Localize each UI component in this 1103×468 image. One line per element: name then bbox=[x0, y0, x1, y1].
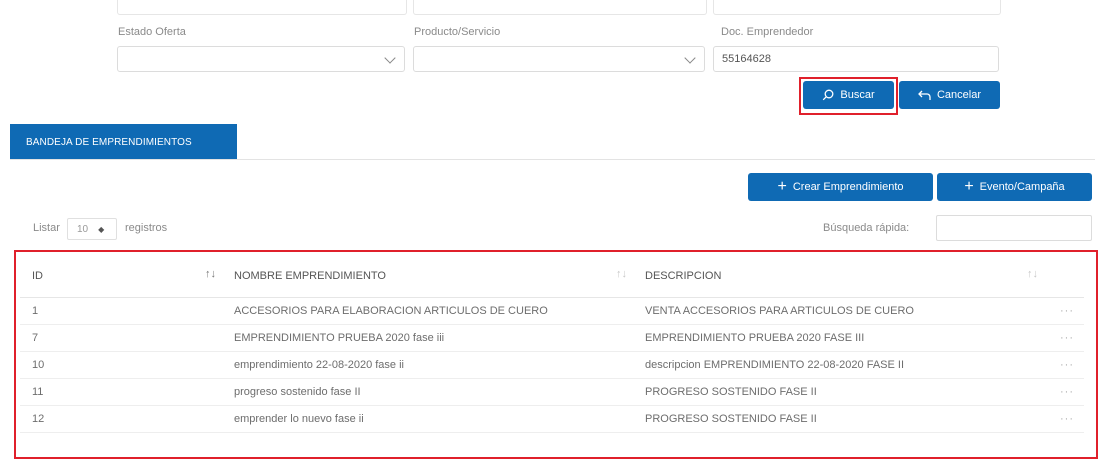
doc-emprendedor-label: Doc. Emprendedor bbox=[721, 26, 814, 38]
doc-emprendedor-value: 55164628 bbox=[722, 53, 771, 65]
table-row[interactable]: 1 ACCESORIOS PARA ELABORACION ARTICULOS … bbox=[20, 297, 1084, 325]
plus-icon: + bbox=[964, 178, 974, 195]
buscar-button[interactable]: Buscar bbox=[803, 81, 894, 109]
table-row[interactable]: 12 emprender lo nuevo fase ii PROGRESO S… bbox=[20, 405, 1084, 433]
top-input-edge-3 bbox=[713, 0, 1001, 15]
estado-oferta-select[interactable] bbox=[117, 46, 405, 72]
sort-icon: ↑↓ bbox=[1027, 268, 1038, 280]
cell-descripcion: descripcion EMPRENDIMIENTO 22-08-2020 FA… bbox=[633, 351, 1044, 379]
sort-icon: ↑↓ bbox=[205, 268, 216, 280]
cell-descripcion: EMPRENDIMIENTO PRUEBA 2020 FASE III bbox=[633, 324, 1044, 352]
search-icon bbox=[823, 89, 834, 101]
cell-nombre: emprendimiento 22-08-2020 fase ii bbox=[222, 351, 633, 379]
top-input-edge-1 bbox=[117, 0, 407, 15]
cell-nombre: emprender lo nuevo fase ii bbox=[222, 405, 633, 433]
row-menu-icon[interactable]: ··· bbox=[1044, 378, 1084, 406]
row-menu-icon[interactable]: ··· bbox=[1044, 351, 1084, 379]
table-row[interactable]: 7 EMPRENDIMIENTO PRUEBA 2020 fase iii EM… bbox=[20, 324, 1084, 352]
row-menu-icon[interactable]: ··· bbox=[1044, 297, 1084, 325]
chevron-down-icon bbox=[684, 52, 696, 64]
plus-icon: + bbox=[777, 178, 787, 195]
cell-descripcion: PROGRESO SOSTENIDO FASE II bbox=[633, 378, 1044, 406]
producto-servicio-label: Producto/Servicio bbox=[414, 26, 501, 38]
sort-icon: ↑↓ bbox=[616, 268, 627, 280]
cell-id: 10 bbox=[20, 351, 222, 379]
cell-id: 1 bbox=[20, 297, 222, 325]
cell-descripcion: PROGRESO SOSTENIDO FASE II bbox=[633, 405, 1044, 433]
top-input-edge-2 bbox=[413, 0, 707, 15]
row-menu-icon[interactable]: ··· bbox=[1044, 405, 1084, 433]
table-row[interactable]: 10 emprendimiento 22-08-2020 fase ii des… bbox=[20, 351, 1084, 379]
cell-nombre: progreso sostenido fase II bbox=[222, 378, 633, 406]
cell-id: 12 bbox=[20, 405, 222, 433]
crear-emprendimiento-label: Crear Emprendimiento bbox=[792, 181, 904, 193]
page-size-select[interactable]: 10 ◆ bbox=[67, 218, 117, 240]
undo-arrow-icon bbox=[918, 90, 931, 100]
cancelar-label: Cancelar bbox=[936, 89, 982, 101]
spinner-icon: ◆ bbox=[98, 224, 105, 234]
column-header-id[interactable]: ID ↑↓ bbox=[20, 254, 222, 298]
tab-bandeja-emprendimientos[interactable]: BANDEJA DE EMPRENDIMIENTOS bbox=[10, 124, 237, 160]
row-menu-icon[interactable]: ··· bbox=[1044, 324, 1084, 352]
buscar-label: Buscar bbox=[840, 89, 875, 101]
evento-campana-button[interactable]: + Evento/Campaña bbox=[937, 173, 1092, 201]
listar-label: Listar bbox=[33, 222, 60, 234]
chevron-down-icon bbox=[384, 52, 396, 64]
tab-label: BANDEJA DE EMPRENDIMIENTOS bbox=[26, 136, 192, 148]
emprendimientos-table: ID ↑↓ NOMBRE EMPRENDIMIENTO ↑↓ DESCRIPCION… bbox=[20, 254, 1084, 433]
column-header-actions bbox=[1044, 254, 1084, 298]
table-row[interactable]: 11 progreso sostenido fase II PROGRESO S… bbox=[20, 378, 1084, 406]
doc-emprendedor-input[interactable]: 55164628 bbox=[713, 46, 999, 72]
cancelar-button[interactable]: Cancelar bbox=[899, 81, 1000, 109]
evento-campana-label: Evento/Campaña bbox=[979, 181, 1065, 193]
cell-nombre: EMPRENDIMIENTO PRUEBA 2020 fase iii bbox=[222, 324, 633, 352]
crear-emprendimiento-button[interactable]: + Crear Emprendimiento bbox=[748, 173, 933, 201]
cell-nombre: ACCESORIOS PARA ELABORACION ARTICULOS DE… bbox=[222, 297, 633, 325]
tab-divider bbox=[10, 159, 1095, 160]
registros-label: registros bbox=[125, 222, 168, 234]
cell-descripcion: VENTA ACCESORIOS PARA ARTICULOS DE CUERO bbox=[633, 297, 1044, 325]
producto-servicio-select[interactable] bbox=[413, 46, 705, 72]
cell-id: 7 bbox=[20, 324, 222, 352]
column-header-nombre[interactable]: NOMBRE EMPRENDIMIENTO ↑↓ bbox=[222, 254, 633, 298]
quick-search-input[interactable] bbox=[936, 215, 1092, 241]
column-header-descripcion[interactable]: DESCRIPCION ↑↓ bbox=[633, 254, 1044, 298]
cell-id: 11 bbox=[20, 378, 222, 406]
estado-oferta-label: Estado Oferta bbox=[118, 26, 186, 38]
quick-search-label: Búsqueda rápida: bbox=[823, 222, 910, 234]
page-size-value: 10 bbox=[77, 223, 89, 235]
table-header-row: ID ↑↓ NOMBRE EMPRENDIMIENTO ↑↓ DESCRIPCION… bbox=[20, 254, 1084, 298]
